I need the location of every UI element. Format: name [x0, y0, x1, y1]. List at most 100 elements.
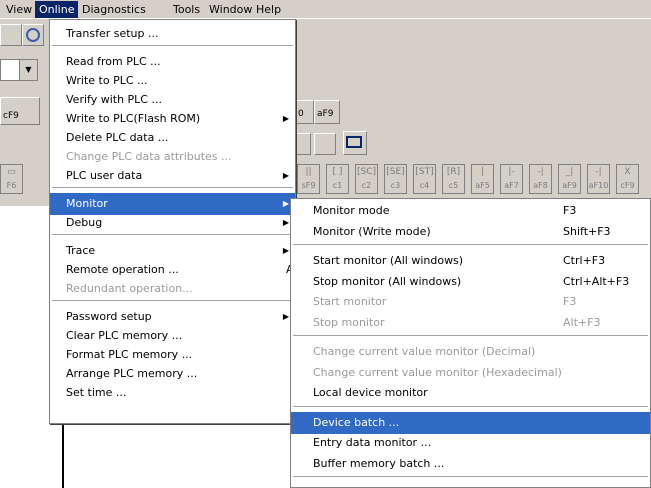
device-dropdown[interactable]: ▼	[0, 59, 38, 81]
function-key-af7[interactable]: |- aF7	[500, 164, 523, 194]
menu-item-label: Monitor	[66, 197, 108, 210]
ladder-key[interactable]: cF9	[0, 97, 40, 125]
menu-item-buffer-memory-batch[interactable]: Buffer memory batch ...	[291, 453, 650, 475]
key-label: aF7	[504, 181, 519, 190]
menu-item-start-monitor-all-windows[interactable]: Start monitor (All windows) Ctrl+F3	[291, 250, 650, 272]
monitor-submenu: Monitor mode F3 Monitor (Write mode) Shift+…	[290, 198, 651, 488]
key-symbol: _|	[565, 167, 574, 177]
shortcut-label: F3	[563, 204, 577, 217]
menu-item-label: Debug	[66, 216, 103, 229]
key-label: cF9	[3, 111, 19, 121]
function-key-af5[interactable]: | aF5	[471, 164, 494, 194]
key-symbol: [R]	[446, 167, 461, 177]
submenu-arrow-icon: ▶	[282, 218, 289, 227]
toolbar-button[interactable]	[0, 24, 22, 46]
key-symbol: |	[480, 167, 485, 177]
function-key-sf9[interactable]: || sF9	[297, 164, 320, 194]
menu-item-monitor-condition-setup[interactable]: Monitor condition setup ...	[291, 482, 650, 488]
menu-item-monitor-mode[interactable]: Monitor mode F3	[291, 200, 650, 222]
menu-item-change-current-value-monitor-hexadecimal: Change current value monitor (Hexadecima…	[291, 362, 650, 384]
menu-item-device-batch[interactable]: Device batch ...	[291, 411, 650, 434]
function-key-c1[interactable]: [ ] c1	[326, 164, 349, 194]
shortcut-label: Alt+F3	[563, 315, 601, 329]
menu-item-stop-monitor-all-windows[interactable]: Stop monitor (All windows) Ctrl+Alt+F3	[291, 271, 650, 293]
menu-item-stop-monitor: Stop monitor Alt+F3	[291, 312, 650, 334]
key-label: F6	[6, 181, 17, 190]
menu-item-label: Read from PLC ...	[66, 55, 161, 68]
menu-separator	[293, 335, 648, 336]
menu-item-plc-user-data[interactable]: PLC user data ▶	[50, 165, 295, 187]
menu-window[interactable]: Window	[209, 1, 252, 18]
shortcut-label: Ctrl+F3	[563, 254, 606, 267]
online-menu: Transfer setup ... Read from PLC ... Write…	[49, 19, 317, 424]
menu-item-label: Monitor mode	[313, 204, 390, 217]
key-symbol: [SE]	[386, 167, 405, 177]
function-key-af10[interactable]: -| aF10	[587, 164, 610, 194]
function-key[interactable]: ▭ F6	[0, 164, 23, 194]
key-label: aF9	[317, 109, 334, 119]
menu-item-label: Arrange PLC memory ...	[66, 367, 198, 380]
menu-item-label: PLC user data	[66, 169, 143, 182]
function-key-c2[interactable]: [SC] c2	[355, 164, 378, 194]
key-label: aF10	[588, 181, 609, 190]
menu-item-label: Start monitor	[313, 295, 387, 308]
menu-item-start-monitor: Start monitor F3	[291, 291, 650, 313]
key-label: c4	[419, 181, 430, 190]
menu-online[interactable]: Online	[35, 1, 79, 18]
menu-help[interactable]: Help	[256, 1, 281, 18]
menu-item-label: Device batch ...	[313, 415, 400, 429]
menu-item-entry-data-monitor[interactable]: Entry data monitor ...	[291, 432, 650, 454]
key-label: aF9	[562, 181, 577, 190]
key-label: c3	[390, 181, 401, 190]
menu-item-set-time[interactable]: Set time ...	[50, 382, 295, 404]
function-key-af8[interactable]: -| aF8	[529, 164, 552, 194]
key-label: 0	[298, 109, 304, 119]
menu-separator	[293, 476, 648, 477]
key-label: aF5	[475, 181, 490, 190]
toolbar-button[interactable]	[314, 133, 336, 155]
key-label: c2	[361, 181, 372, 190]
menu-item-change-current-value-monitor-decimal: Change current value monitor (Decimal)	[291, 341, 650, 363]
menu-item-label: Buffer memory batch ...	[313, 456, 445, 470]
menu-item-label: Entry data monitor ...	[313, 436, 432, 449]
menu-separator	[293, 405, 648, 407]
menu-view[interactable]: View	[6, 1, 32, 18]
menu-item-label: Transfer setup ...	[66, 27, 159, 40]
menu-item-local-device-monitor[interactable]: Local device monitor	[291, 382, 650, 404]
function-key-cf9[interactable]: XcF9	[616, 164, 639, 194]
key-label: c1	[332, 181, 343, 190]
menu-tools[interactable]: Tools	[173, 1, 200, 18]
menu-diagnostics[interactable]: Diagnostics	[82, 1, 146, 18]
chevron-down-icon[interactable]: ▼	[19, 60, 37, 80]
key-symbol: X	[624, 167, 631, 177]
window-icon[interactable]	[343, 131, 367, 155]
menu-item-label: Password setup	[66, 310, 152, 323]
menu-item-label: Delete PLC data ...	[66, 131, 169, 144]
function-key-af9[interactable]: _| aF9	[558, 164, 581, 194]
menu-item-label: Write to PLC ...	[66, 74, 148, 87]
function-key-c3[interactable]: [SE] c3	[384, 164, 407, 194]
menu-item-label: Set time ...	[66, 386, 127, 399]
menu-separator	[52, 45, 293, 46]
function-key-c5[interactable]: [R] c5	[442, 164, 465, 194]
menu-separator	[293, 244, 648, 245]
menu-item-label: Change current value monitor (Decimal)	[313, 345, 536, 358]
menu-item-label: Stop monitor (All windows)	[313, 274, 462, 288]
menu-item-redundant-operation: Redundant operation...	[50, 278, 295, 300]
menu-item-label: Change current value monitor (Hexadecima…	[313, 365, 562, 379]
menu-item-label: Remote operation ...	[66, 263, 179, 276]
shortcut-label: Ctrl+Alt+F3	[563, 274, 630, 288]
menu-bar: View Online Diagnostics Tools Window Hel…	[0, 0, 651, 19]
key-symbol: [ST]	[415, 167, 434, 177]
menu-item-transfer-setup[interactable]: Transfer setup ...	[50, 23, 295, 45]
ladder-key[interactable]: aF9	[314, 100, 340, 124]
key-label: c5	[448, 181, 459, 190]
menu-item-debug[interactable]: Debug ▶	[50, 212, 295, 234]
menu-item-monitor-write-mode[interactable]: Monitor (Write mode) Shift+F3	[291, 221, 650, 243]
key-symbol: ||	[305, 167, 312, 177]
key-label: sF9	[301, 181, 316, 190]
function-key-c4[interactable]: [ST] c4	[413, 164, 436, 194]
key-symbol: [SC]	[356, 167, 377, 177]
search-icon[interactable]	[22, 24, 44, 46]
menu-separator	[52, 234, 293, 235]
